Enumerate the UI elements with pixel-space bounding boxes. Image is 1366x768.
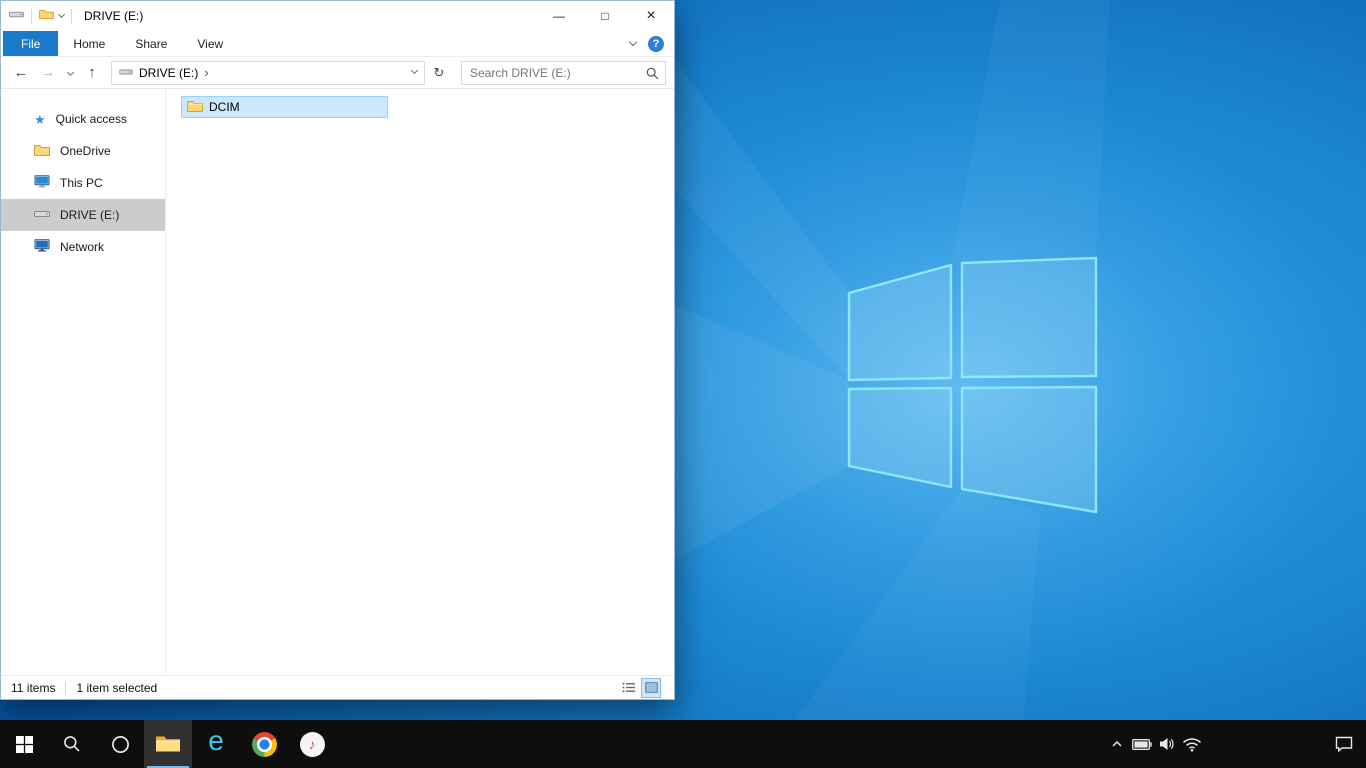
sidebar-item-label: DRIVE (E:) (60, 208, 120, 222)
sidebar-item-label: OneDrive (60, 144, 111, 158)
selection-count: 1 item selected (76, 680, 158, 695)
address-drive-icon (119, 66, 133, 80)
chevron-up-icon (1111, 741, 1122, 747)
sidebar-item-quick-access[interactable]: ★ Quick access (1, 103, 165, 135)
onedrive-icon (34, 144, 50, 159)
wifi-icon (1182, 738, 1201, 752)
sidebar-item-label: This PC (60, 176, 103, 190)
main-area: ★ Quick access OneDrive This PC DRIVE (E… (1, 89, 674, 675)
folder-icon (187, 100, 203, 115)
taskbar: e ♪ (0, 720, 1366, 768)
sidebar-item-this-pc[interactable]: This PC (1, 167, 165, 199)
volume-button[interactable] (1154, 720, 1179, 768)
address-dropdown-chevron-icon[interactable] (410, 66, 419, 75)
network-icon (34, 239, 50, 255)
refresh-button[interactable]: ↻ (428, 65, 450, 81)
hidden-icons-button[interactable] (1104, 720, 1129, 768)
network-button[interactable] (1179, 720, 1204, 768)
search-input[interactable] (462, 61, 665, 84)
quick-access-folder-icon[interactable] (39, 9, 54, 23)
taskbar-search-button[interactable] (48, 720, 96, 768)
window-controls: — □ × (536, 1, 674, 31)
titlebar[interactable]: DRIVE (E:) — □ × (1, 1, 674, 31)
navigation-bar: ← → ↑ DRIVE (E:) › ↻ (1, 57, 674, 89)
close-button[interactable]: × (628, 1, 674, 31)
back-button[interactable]: ← (9, 64, 33, 81)
sidebar-item-network[interactable]: Network (1, 231, 165, 263)
battery-button[interactable] (1129, 720, 1154, 768)
itunes-button[interactable]: ♪ (288, 720, 336, 768)
cortana-button[interactable] (96, 720, 144, 768)
tab-file[interactable]: File (3, 31, 59, 56)
breadcrumb-chevron-icon[interactable]: › (204, 65, 208, 80)
breadcrumb[interactable]: DRIVE (E:) (139, 66, 198, 80)
divider (65, 680, 67, 695)
expand-ribbon-chevron-icon[interactable] (628, 37, 638, 46)
system-tray (1104, 720, 1366, 768)
details-view-button[interactable] (619, 679, 637, 697)
sidebar-item-onedrive[interactable]: OneDrive (1, 135, 165, 167)
help-button[interactable]: ? (648, 35, 664, 52)
address-bar[interactable]: DRIVE (E:) › (111, 60, 425, 85)
status-bar: 11 items 1 item selected (1, 675, 674, 699)
internet-explorer-button[interactable]: e (192, 720, 240, 768)
large-icons-view-button[interactable] (641, 677, 661, 698)
cortana-icon (111, 735, 129, 753)
recent-locations-chevron-icon[interactable] (63, 66, 77, 80)
navigation-pane: ★ Quick access OneDrive This PC DRIVE (E… (1, 89, 166, 675)
quick-access-toolbar-chevron-icon[interactable] (57, 10, 66, 18)
speaker-icon (1159, 738, 1174, 750)
tab-share[interactable]: Share (120, 31, 182, 56)
action-center-button[interactable] (1322, 720, 1366, 768)
tab-view[interactable]: View (182, 31, 238, 56)
minimize-button[interactable]: — (536, 1, 582, 31)
chrome-button[interactable] (240, 720, 288, 768)
ribbon-tab-bar: File Home Share View ? (1, 31, 674, 57)
action-center-icon (1335, 736, 1353, 752)
drive-icon (34, 208, 50, 223)
windows-start-icon (15, 735, 33, 753)
file-item-dcim[interactable]: DCIM (181, 96, 388, 118)
this-pc-icon (34, 175, 50, 191)
forward-button[interactable]: → (36, 64, 60, 81)
divider (71, 8, 72, 24)
file-list[interactable]: DCIM (166, 89, 674, 675)
items-count: 11 items (11, 680, 56, 695)
battery-icon (1131, 738, 1152, 750)
window-title: DRIVE (E:) (84, 9, 144, 23)
file-item-label: DCIM (209, 100, 240, 114)
internet-explorer-icon: e (208, 725, 224, 756)
file-explorer-window: DRIVE (E:) — □ × File Home Share View ? … (0, 0, 675, 700)
search-icon (64, 736, 80, 752)
star-icon: ★ (34, 111, 46, 127)
start-button[interactable] (0, 720, 48, 768)
file-explorer-icon (156, 736, 180, 752)
maximize-button[interactable]: □ (582, 1, 628, 31)
desktop: DRIVE (E:) — □ × File Home Share View ? … (0, 0, 1366, 768)
up-button[interactable]: ↑ (80, 64, 104, 81)
chrome-icon (251, 731, 277, 757)
sidebar-item-label: Network (60, 240, 105, 254)
search-box (461, 60, 666, 85)
tab-home[interactable]: Home (58, 31, 120, 56)
sidebar-item-label: Quick access (55, 112, 128, 126)
taskbar-file-explorer-button[interactable] (144, 720, 192, 768)
sidebar-item-drive-e[interactable]: DRIVE (E:) (1, 199, 165, 231)
clock-area (1204, 720, 1322, 768)
window-drive-icon (9, 9, 24, 23)
itunes-icon: ♪ (299, 731, 325, 757)
divider (31, 8, 32, 24)
